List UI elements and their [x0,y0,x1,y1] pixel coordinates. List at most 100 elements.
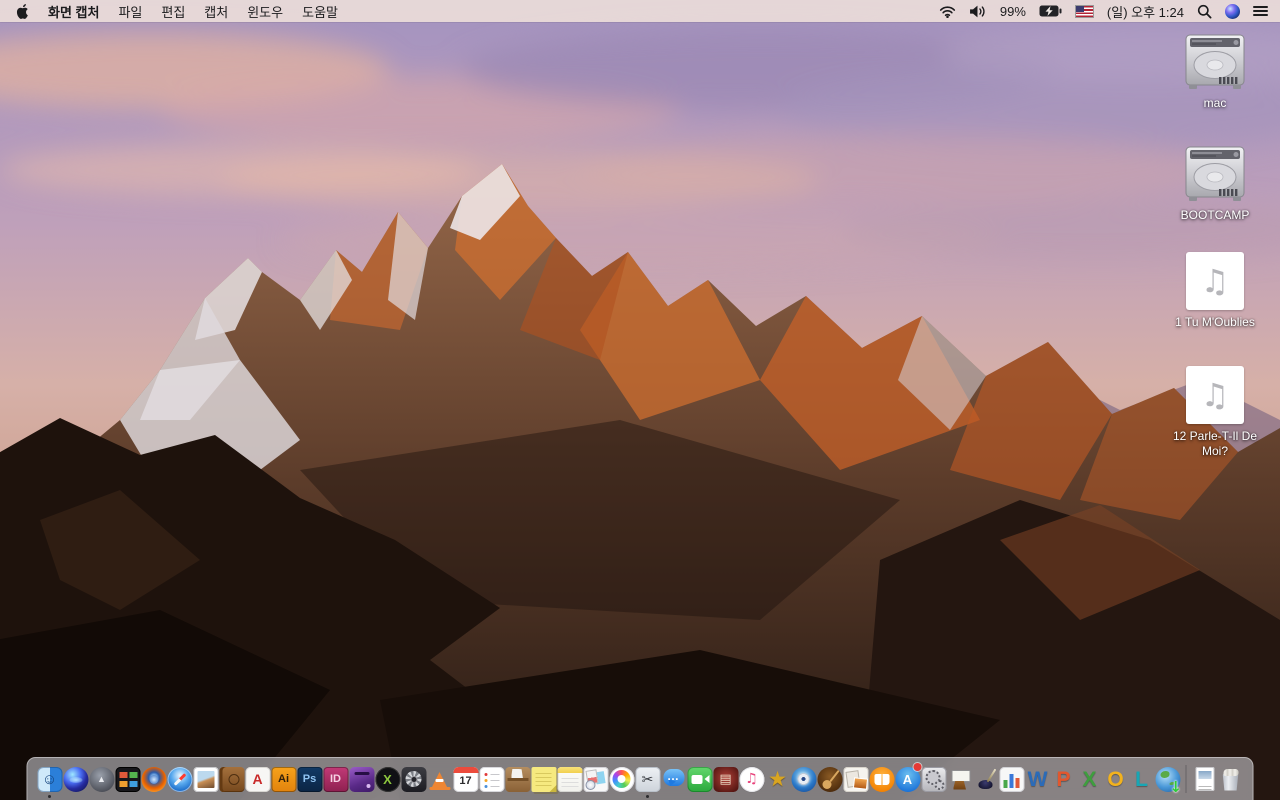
dock-item-toast[interactable] [349,764,375,794]
dock-item-star-app[interactable]: ★ [765,764,791,794]
dock-item-calendar[interactable]: 17 [453,764,479,794]
dock-item-lync[interactable]: L [1129,764,1155,794]
facetime-icon [687,766,712,792]
garageband-icon [817,766,842,792]
grab-icon: ✂ [635,766,660,792]
app-menu-title[interactable]: 화면 캡처 [48,2,99,21]
dock-item-photo-collage-app[interactable] [843,764,869,794]
audio-file-icon: ♫ [1186,252,1244,310]
battery-charging-icon[interactable] [1039,5,1062,17]
dock-item-launchpad[interactable]: ▲ [89,764,115,794]
dock-item-photo-cards-app[interactable] [583,764,609,794]
launchpad-icon: ▲ [89,766,114,792]
desktop-icon-label: 12 Parle-T-Il De Moi? [1172,429,1258,458]
dock-item-dvd-app[interactable] [791,764,817,794]
dock-item-stickies[interactable] [531,764,557,794]
dock-item-reminders[interactable] [479,764,505,794]
lync-icon: L [1135,767,1148,791]
volume-icon[interactable] [969,5,987,18]
desktop-icon-3[interactable]: ♫ 1 Tu M'Oublies [1163,252,1267,330]
dock-item-package-box-app[interactable] [505,764,531,794]
dock-item-vlc[interactable] [427,764,453,794]
dock-item-keynote[interactable] [947,764,973,794]
dock-item-document-file[interactable] [1192,764,1218,794]
dock-item-messages[interactable]: … [661,764,687,794]
numbers-icon [999,766,1024,792]
menu-item-1[interactable]: 파일 [118,2,142,21]
itunes-icon: ♫ [739,766,764,792]
dock-item-outlook[interactable]: O [1103,764,1129,794]
menu-bar-clock[interactable]: (일) 오후 1:24 [1107,2,1184,21]
photo-booth-icon: ▤ [713,766,738,792]
dock-item-photo-booth[interactable]: ▤ [713,764,739,794]
dock-item-ibooks[interactable] [869,764,895,794]
dock-item-pages[interactable] [973,764,999,794]
dock-item-photos[interactable] [609,764,635,794]
photo-collage-app-icon [843,766,868,792]
powerpoint-icon: P [1056,767,1071,791]
dock-item-itunes[interactable]: ♫ [739,764,765,794]
dock-item-garageband[interactable] [817,764,843,794]
desktop-icon-2[interactable]: BOOTCAMP [1163,146,1267,223]
photo-cards-app-icon [583,766,608,792]
dock-item-siri[interactable] [63,764,89,794]
desktop-icon-label: 1 Tu M'Oublies [1175,315,1255,329]
finder-icon: ☺ [37,766,62,792]
hard-drive-icon [1185,146,1245,201]
dock-item-illustrator[interactable]: Ai [271,764,297,794]
dock-item-acrobat[interactable]: A [245,764,271,794]
dock-item-system-preferences[interactable] [921,764,947,794]
dock-item-excel[interactable]: X [1077,764,1103,794]
dock-item-photoshop[interactable]: Ps [297,764,323,794]
dock-item-contacts-book[interactable] [219,764,245,794]
dock-item-mission-control[interactable] [115,764,141,794]
menu-item-2[interactable]: 편집 [161,2,185,21]
indesign-icon: ID [323,766,348,792]
dock-item-app-store[interactable]: A [895,763,922,794]
apple-menu[interactable] [16,3,29,19]
illustrator-icon: Ai [271,766,296,792]
messages-icon: … [661,767,686,792]
menu-item-3[interactable]: 캡처 [204,2,228,21]
vlc-icon [427,767,452,792]
dock-item-firefox[interactable] [141,764,167,794]
dock-item-word[interactable]: W [1025,764,1051,794]
us-flag-keyboard-icon[interactable] [1074,4,1094,18]
dock-item-grab[interactable]: ✂ [635,764,661,794]
photoshop-icon: Ps [297,766,322,792]
system-preferences-icon [921,766,946,792]
dock-item-globe-download-app[interactable]: ↓ [1155,764,1182,794]
dock-item-trash[interactable] [1218,764,1244,794]
photos-icon [609,766,634,792]
word-icon: W [1027,767,1048,791]
calendar-icon: 17 [453,766,478,792]
document-file-icon [1195,767,1214,791]
desktop-icon-1[interactable]: mac [1163,34,1267,111]
dock-item-preview[interactable] [193,764,219,794]
siri-icon[interactable] [1225,3,1240,19]
mission-control-icon [115,766,140,792]
dock-item-numbers[interactable] [999,764,1025,794]
dock-item-notes[interactable] [557,764,583,794]
desktop-icon-label: BOOTCAMP [1180,208,1250,222]
spotlight-search-icon[interactable] [1197,4,1212,19]
dock-item-x-media-app[interactable]: X [375,764,401,794]
dock-item-finder[interactable]: ☺ [37,764,63,794]
menu-item-4[interactable]: 윈도우 [247,2,283,21]
firefox-icon [141,766,166,792]
package-box-app-icon [505,766,530,792]
notification-center-icon[interactable] [1253,5,1268,17]
disk-fan-app-icon [401,766,426,792]
preview-icon [193,766,218,792]
wifi-icon[interactable] [939,5,956,18]
dock-item-safari[interactable] [167,764,193,794]
dock-item-indesign[interactable]: ID [323,764,349,794]
pages-icon [973,767,998,792]
dock-item-disk-fan-app[interactable] [401,764,427,794]
dock-item-facetime[interactable] [687,764,713,794]
menu-bar: 화면 캡처 파일 편집 캡처 윈도우 도움말 99% (일) 오후 1:24 [0,0,1280,22]
menu-item-5[interactable]: 도움말 [302,2,338,21]
keynote-icon [947,767,972,792]
dock-item-powerpoint[interactable]: P [1051,764,1077,794]
desktop-icon-4[interactable]: ♫ 12 Parle-T-Il De Moi? [1163,366,1267,459]
